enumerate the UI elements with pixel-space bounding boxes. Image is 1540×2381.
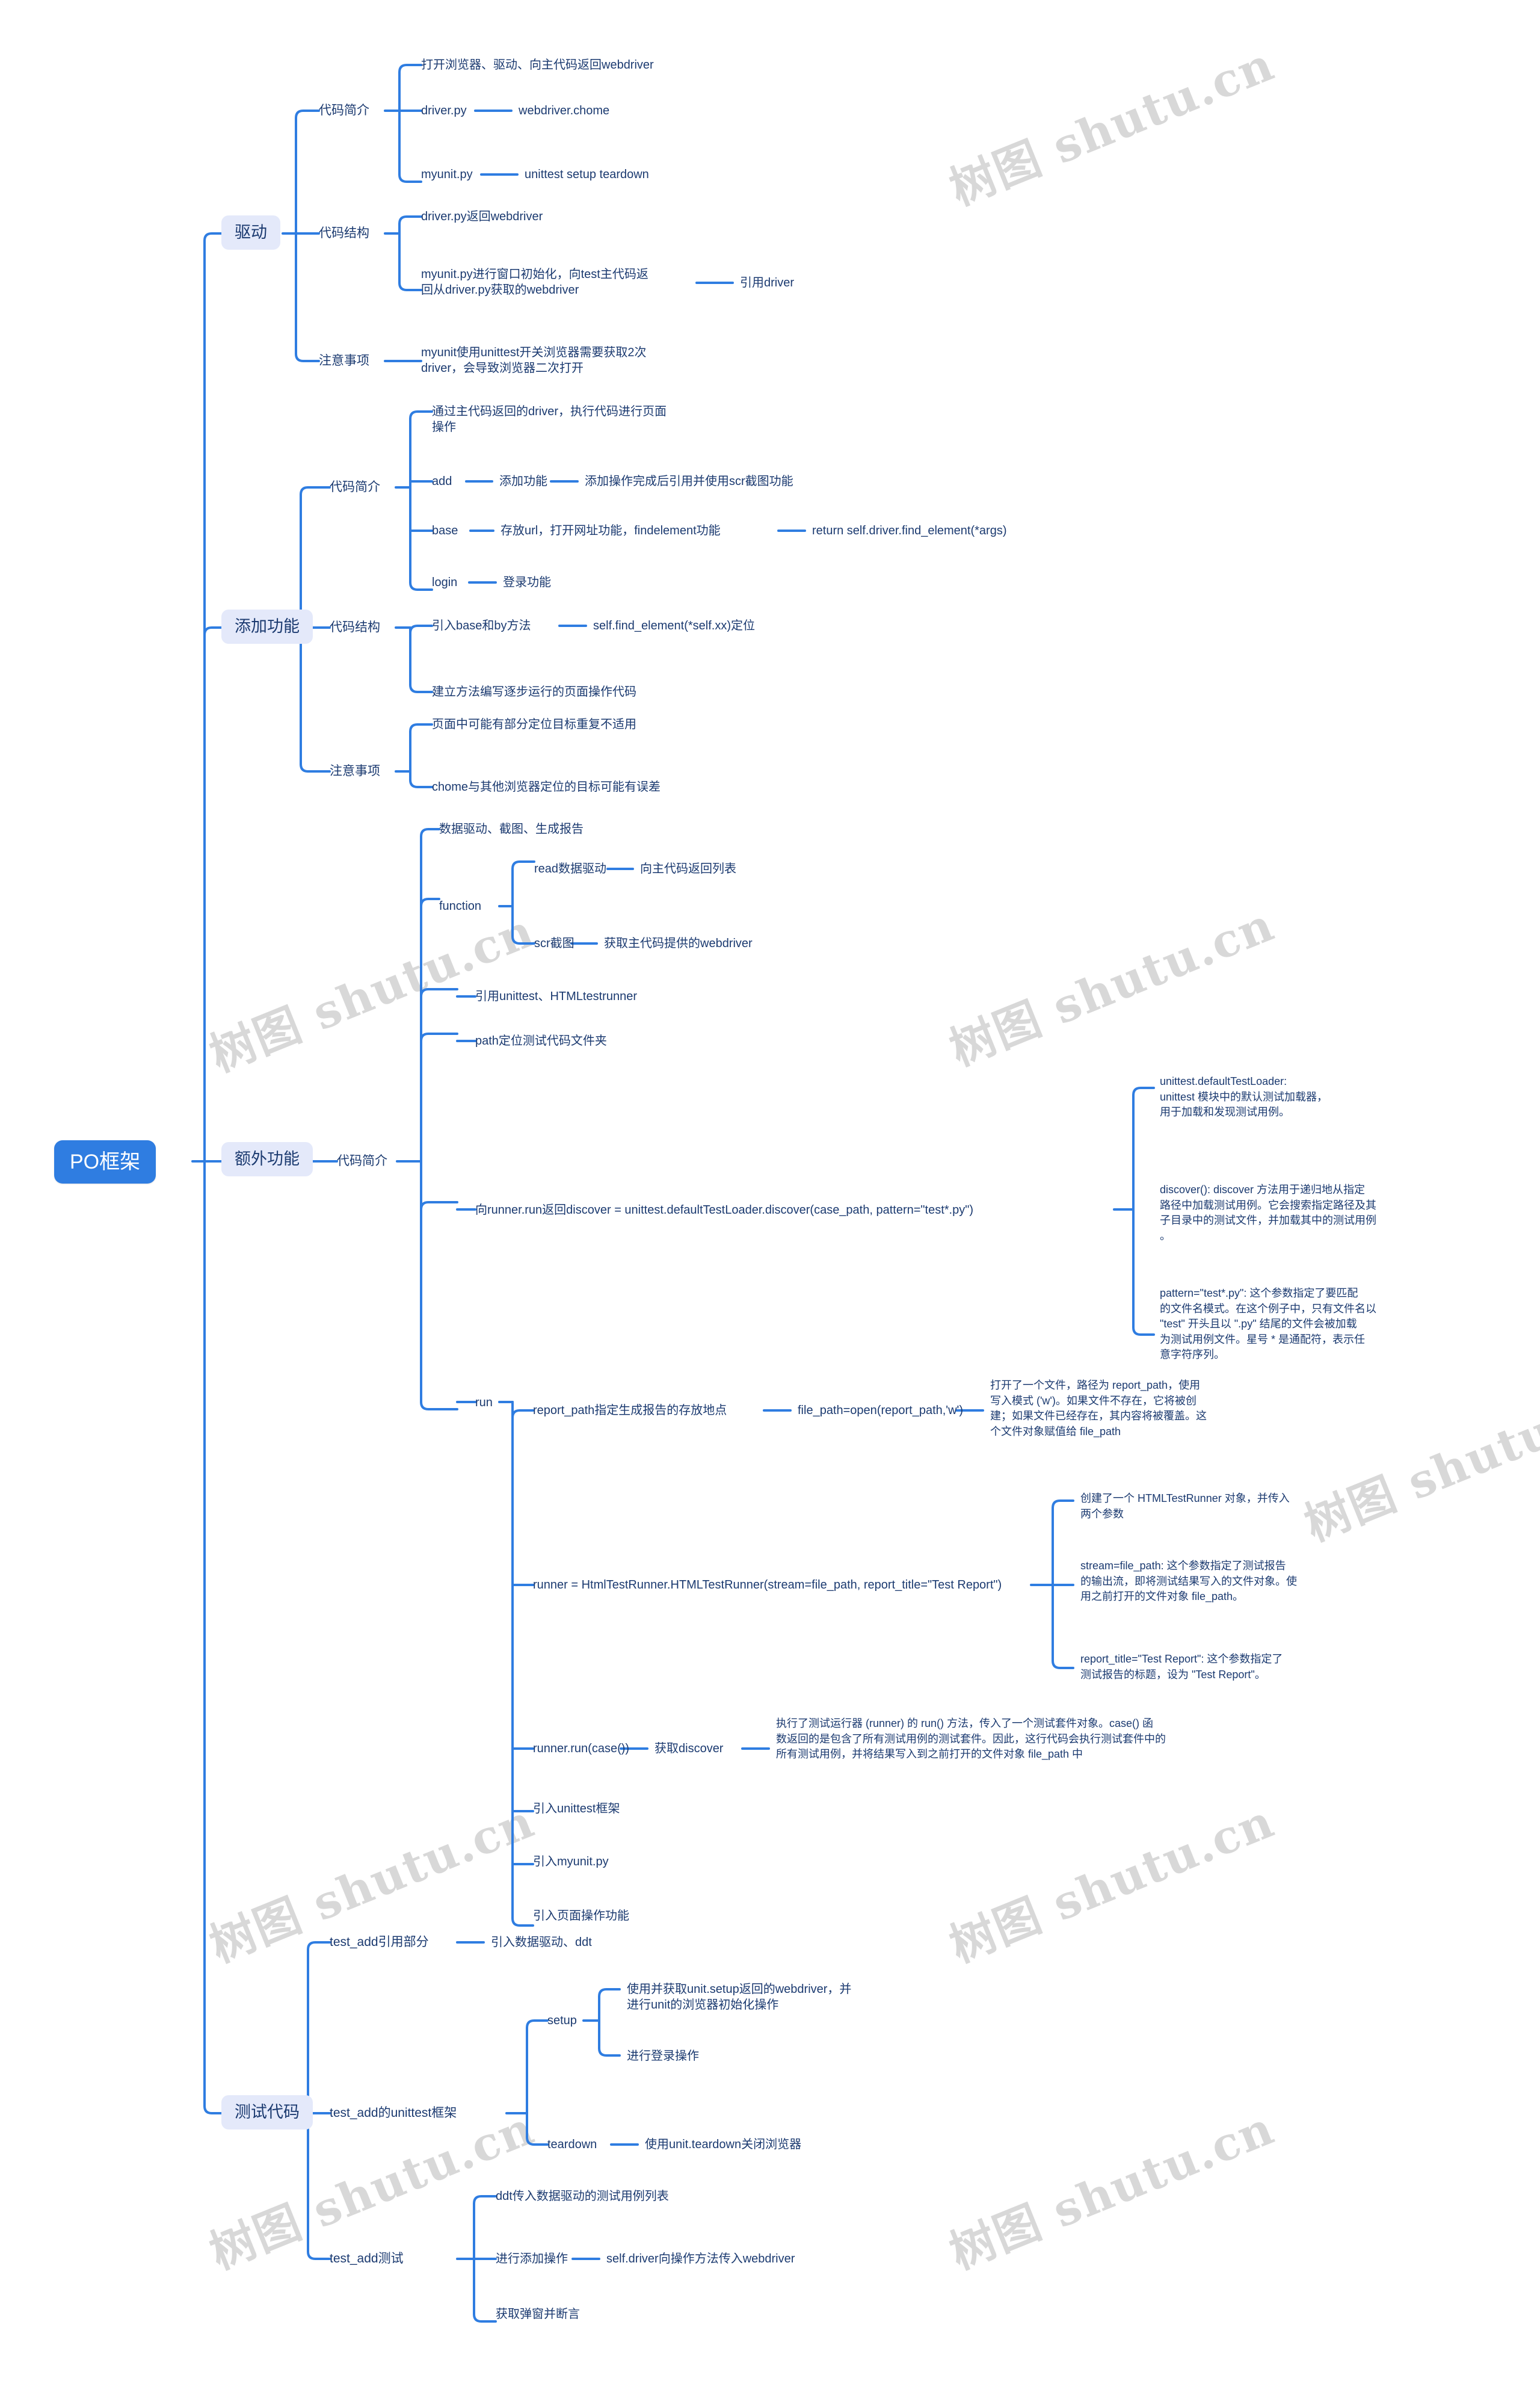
root-node[interactable]: PO框架 xyxy=(54,1140,156,1184)
group-node-code-intro-2[interactable]: 代码简介 xyxy=(330,479,380,495)
leaf-runner-run-case[interactable]: runner.run(case()) xyxy=(533,1741,629,1756)
leaf-ddt-case-list[interactable]: ddt传入数据驱动的测试用例列表 xyxy=(496,2188,669,2204)
leaf-import-unittest-framework[interactable]: 引入unittest框架 xyxy=(533,1801,620,1817)
leaf-runner-assignment[interactable]: runner = HtmlTestRunner.HTMLTestRunner(s… xyxy=(533,1577,1002,1593)
leaf-myunit-double-open-note[interactable]: myunit使用unittest开关浏览器需要获取2次 driver，会导致浏览… xyxy=(421,345,703,376)
branch-node-add-function[interactable]: 添加功能 xyxy=(221,610,313,644)
leaf-unittest-setup-teardown[interactable]: unittest setup teardown xyxy=(525,167,649,182)
leaf-report-path[interactable]: report_path指定生成报告的存放地点 xyxy=(533,1403,727,1418)
desc-pattern-param[interactable]: pattern="test*.py": 这个参数指定了要匹配 的文件名模式。在这… xyxy=(1160,1286,1473,1363)
watermark: 树图 shutu.cn xyxy=(942,37,1282,216)
leaf-import-page-ops[interactable]: 引入页面操作功能 xyxy=(533,1908,629,1924)
leaf-build-stepwise-page-methods[interactable]: 建立方法编写逐步运行的页面操作代码 xyxy=(432,684,636,700)
group-node-code-intro-3[interactable]: 代码简介 xyxy=(337,1153,387,1169)
leaf-get-discover[interactable]: 获取discover xyxy=(654,1741,723,1756)
leaf-chrome-locator-deviation-note[interactable]: chome与其他浏览器定位的目标可能有误差 xyxy=(432,779,661,795)
leaf-file-path-open[interactable]: file_path=open(report_path,'w') xyxy=(798,1403,963,1418)
leaf-duplicate-locator-note[interactable]: 页面中可能有部分定位目标重复不适用 xyxy=(432,717,636,732)
desc-default-test-loader[interactable]: unittest.defaultTestLoader: unittest 模块中… xyxy=(1160,1074,1473,1120)
group-node-code-intro[interactable]: 代码简介 xyxy=(319,102,369,119)
leaf-run[interactable]: run xyxy=(475,1395,493,1410)
leaf-import-data-driver-ddt[interactable]: 引入数据驱动、ddt xyxy=(491,1935,592,1950)
leaf-discover-line[interactable]: 向runner.run返回discover = unittest.default… xyxy=(475,1202,973,1218)
leaf-base-desc[interactable]: 存放url，打开网址功能，findelement功能 xyxy=(500,523,721,539)
leaf-function[interactable]: function xyxy=(439,898,481,914)
leaf-scr-screenshot-after-add[interactable]: 添加操作完成后引用并使用scr截图功能 xyxy=(585,474,793,489)
watermark: 树图 shutu.cn xyxy=(942,897,1282,1076)
leaf-base[interactable]: base xyxy=(432,523,458,539)
leaf-scr-screenshot[interactable]: scr截图 xyxy=(534,936,574,951)
leaf-setup[interactable]: setup xyxy=(547,2013,577,2028)
leaf-login-feature[interactable]: 登录功能 xyxy=(503,575,551,590)
group-node-code-structure-2[interactable]: 代码结构 xyxy=(330,619,380,635)
leaf-do-add-operation[interactable]: 进行添加操作 xyxy=(496,2251,568,2267)
leaf-import-unittest-htmltestrunner[interactable]: 引用unittest、HTMLtestrunner xyxy=(475,989,637,1004)
group-node-notes[interactable]: 注意事项 xyxy=(319,353,369,369)
leaf-return-find-element[interactable]: return self.driver.find_element(*args) xyxy=(812,523,1006,539)
desc-open-file-write-mode[interactable]: 打开了一个文件，路径为 report_path，使用 写入模式 ('w')。如果… xyxy=(990,1378,1303,1439)
leaf-teardown-close-browser[interactable]: 使用unit.teardown关闭浏览器 xyxy=(645,2137,801,2152)
desc-discover-method[interactable]: discover(): discover 方法用于递归地从指定 路径中加载测试用… xyxy=(1160,1182,1473,1244)
leaf-page-operation-via-driver[interactable]: 通过主代码返回的driver，执行代码进行页面 操作 xyxy=(432,404,715,435)
leaf-login[interactable]: login xyxy=(432,575,457,590)
leaf-reference-driver[interactable]: 引用driver xyxy=(740,275,794,291)
leaf-teardown[interactable]: teardown xyxy=(547,2137,597,2152)
leaf-self-driver-pass-webdriver[interactable]: self.driver向操作方法传入webdriver xyxy=(606,2251,795,2267)
leaf-get-alert-and-assert[interactable]: 获取弹窗并断言 xyxy=(496,2306,580,2322)
branch-node-drive[interactable]: 驱动 xyxy=(221,215,280,250)
leaf-webdriver-chome[interactable]: webdriver.chome xyxy=(519,103,609,119)
leaf-import-myunit[interactable]: 引入myunit.py xyxy=(533,1854,609,1870)
leaf-data-driven-screenshot-report[interactable]: 数据驱动、截图、生成报告 xyxy=(439,821,584,837)
leaf-setup-login-operation[interactable]: 进行登录操作 xyxy=(627,2048,699,2064)
leaf-driver-py[interactable]: driver.py xyxy=(421,103,467,119)
leaf-read-data-driver[interactable]: read数据驱动 xyxy=(534,861,606,877)
mindmap-canvas: 树图 shutu.cn 树图 shutu.cn 树图 shutu.cn 树图 s… xyxy=(0,0,1540,2381)
desc-report-title-param[interactable]: report_title="Test Report": 这个参数指定了 测试报告… xyxy=(1080,1652,1393,1682)
leaf-self-find-element-locate[interactable]: self.find_element(*self.xx)定位 xyxy=(593,618,755,634)
leaf-import-base-and-by[interactable]: 引入base和by方法 xyxy=(432,618,531,634)
watermark: 树图 shutu.cn xyxy=(942,2101,1282,2280)
group-node-code-structure[interactable]: 代码结构 xyxy=(319,225,369,241)
leaf-add[interactable]: add xyxy=(432,474,452,489)
leaf-add-feature[interactable]: 添加功能 xyxy=(499,474,547,489)
group-node-test-add-imports[interactable]: test_add引用部分 xyxy=(330,1934,429,1950)
leaf-driverpy-returns-webdriver[interactable]: driver.py返回webdriver xyxy=(421,209,543,224)
leaf-myunit-window-init[interactable]: myunit.py进行窗口初始化，向test主代码返 回从driver.py获取… xyxy=(421,267,703,298)
branch-node-test-code[interactable]: 测试代码 xyxy=(221,2095,313,2130)
group-node-test-add-unittest[interactable]: test_add的unittest框架 xyxy=(330,2105,457,2121)
leaf-setup-webdriver-init[interactable]: 使用并获取unit.setup返回的webdriver，并 进行unit的浏览器… xyxy=(627,1981,910,2013)
desc-create-htmltestrunner[interactable]: 创建了一个 HTMLTestRunner 对象，并传入 两个参数 xyxy=(1080,1491,1393,1522)
group-node-notes-2[interactable]: 注意事项 xyxy=(330,763,380,779)
desc-runner-run-explanation[interactable]: 执行了测试运行器 (runner) 的 run() 方法，传入了一个测试套件对象… xyxy=(776,1716,1311,1762)
watermark: 树图 shutu.cn xyxy=(1297,1373,1540,1552)
watermark: 树图 shutu.cn xyxy=(942,1794,1282,1973)
group-node-test-add-test[interactable]: test_add测试 xyxy=(330,2250,404,2267)
desc-stream-param[interactable]: stream=file_path: 这个参数指定了测试报告 的输出流，即将测试结… xyxy=(1080,1558,1393,1605)
leaf-path-locate-test-folder[interactable]: path定位测试代码文件夹 xyxy=(475,1033,607,1049)
branch-node-extra-function[interactable]: 额外功能 xyxy=(221,1142,313,1177)
leaf-return-list-to-main[interactable]: 向主代码返回列表 xyxy=(640,861,736,877)
leaf-get-webdriver-from-main[interactable]: 获取主代码提供的webdriver xyxy=(604,936,753,951)
leaf-myunit-py[interactable]: myunit.py xyxy=(421,167,473,182)
leaf-open-browser-return-webdriver[interactable]: 打开浏览器、驱动、向主代码返回webdriver xyxy=(421,57,654,73)
